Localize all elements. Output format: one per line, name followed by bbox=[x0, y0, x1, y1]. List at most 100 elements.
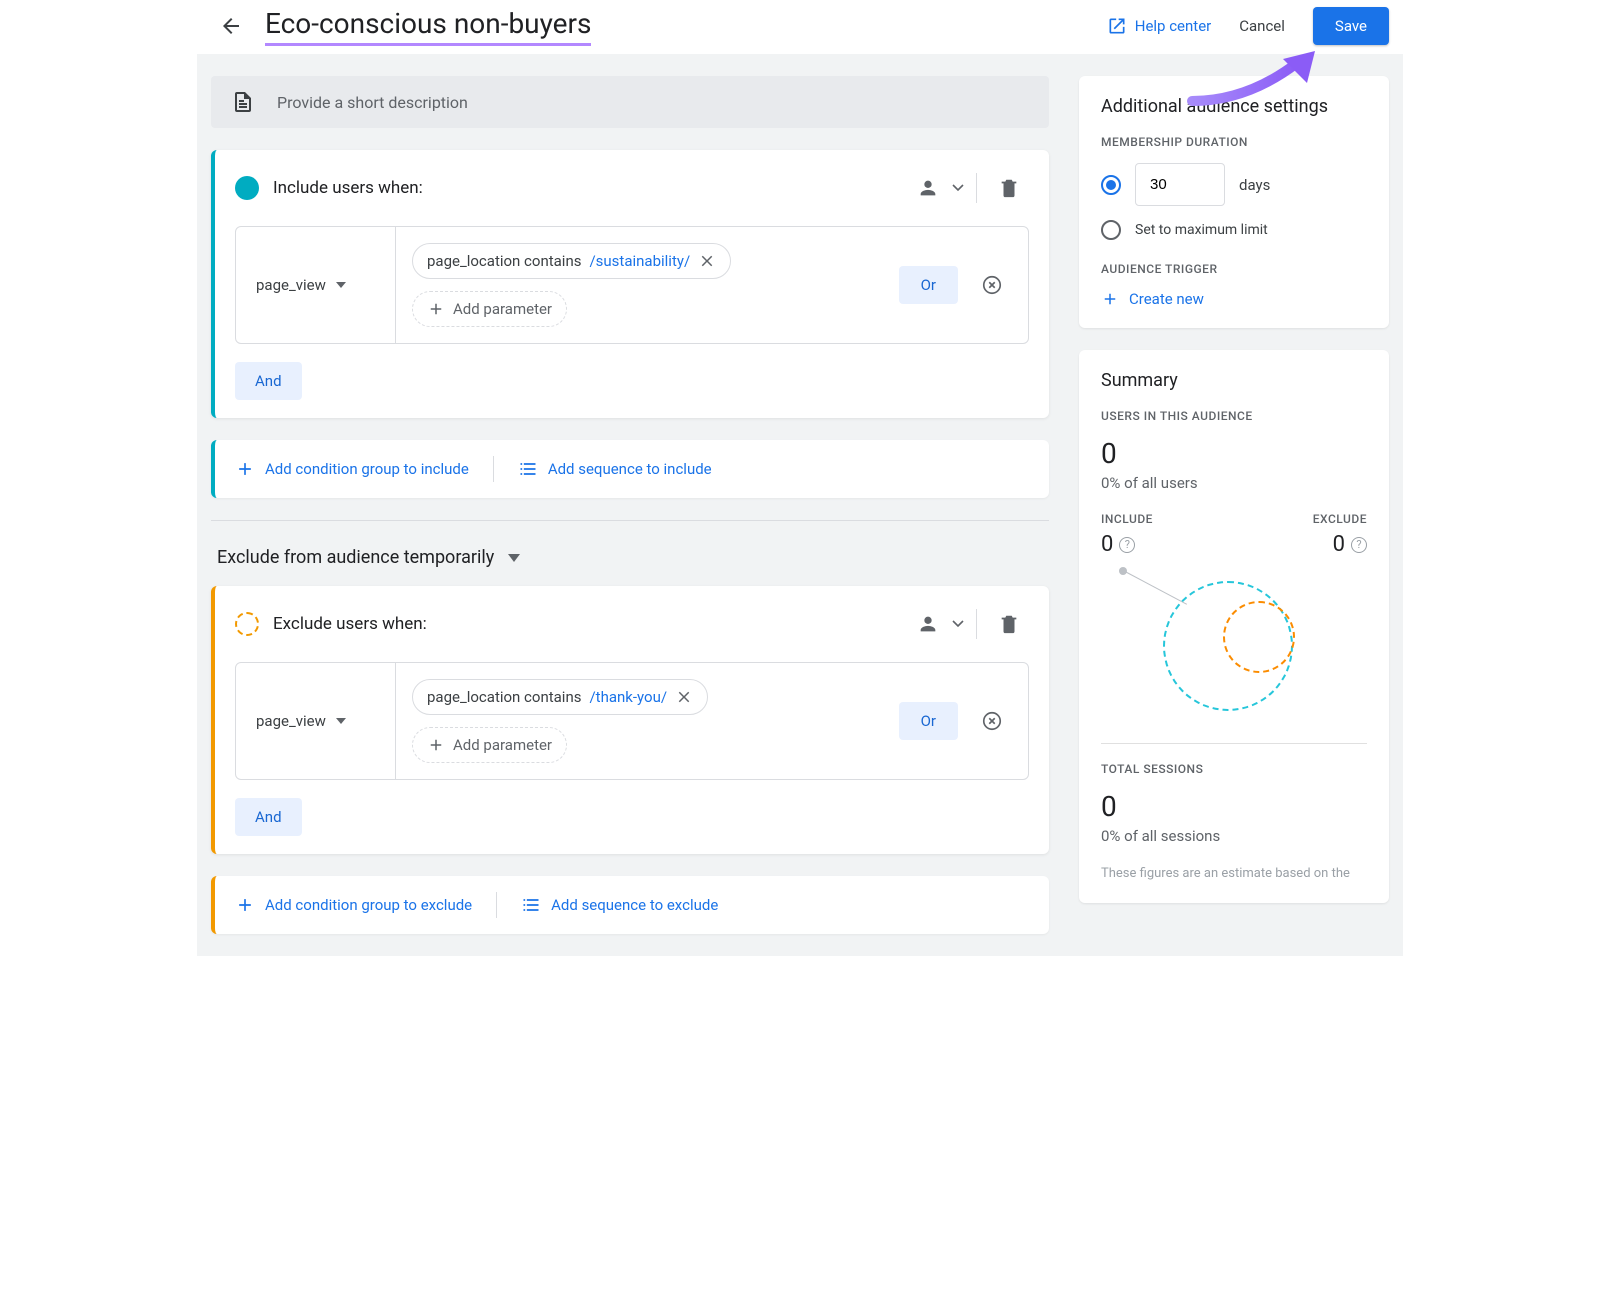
close-circle-icon bbox=[981, 710, 1003, 732]
add-exclude-group-label: Add condition group to exclude bbox=[265, 896, 472, 914]
include-label: INCLUDE bbox=[1101, 512, 1153, 526]
cancel-button[interactable]: Cancel bbox=[1225, 9, 1299, 43]
create-trigger-button[interactable]: Create new bbox=[1101, 290, 1367, 308]
exclude-mode-label: Exclude from audience temporarily bbox=[217, 547, 494, 568]
back-button[interactable] bbox=[211, 6, 251, 46]
users-label: USERS IN THIS AUDIENCE bbox=[1101, 409, 1367, 423]
add-include-sequence-label: Add sequence to include bbox=[548, 460, 712, 478]
add-include-group-label: Add condition group to include bbox=[265, 460, 469, 478]
remove-condition-button[interactable] bbox=[972, 701, 1012, 741]
event-name: page_view bbox=[256, 712, 326, 730]
arrow-left-icon bbox=[219, 14, 243, 38]
audience-trigger-label: AUDIENCE TRIGGER bbox=[1101, 262, 1367, 276]
person-icon bbox=[917, 613, 939, 635]
membership-duration-label: MEMBERSHIP DURATION bbox=[1101, 135, 1367, 149]
exclude-value: 0 bbox=[1333, 532, 1345, 557]
chevron-down-icon bbox=[508, 554, 520, 562]
include-heading: Include users when: bbox=[273, 178, 894, 198]
close-icon bbox=[675, 688, 693, 706]
plus-icon bbox=[1101, 290, 1119, 308]
exclude-badge-icon bbox=[235, 612, 259, 636]
exclude-heading: Exclude users when: bbox=[273, 614, 894, 634]
chevron-down-icon bbox=[336, 282, 346, 288]
summary-footnote: These figures are an estimate based on t… bbox=[1101, 865, 1367, 883]
summary-panel: Summary USERS IN THIS AUDIENCE 0 0% of a… bbox=[1079, 350, 1389, 903]
parameter-chip[interactable]: page_location contains /thank-you/ bbox=[412, 679, 708, 715]
or-button[interactable]: Or bbox=[899, 266, 958, 304]
add-param-label: Add parameter bbox=[453, 736, 552, 754]
duration-days-input[interactable] bbox=[1135, 163, 1225, 206]
event-selector[interactable]: page_view bbox=[236, 227, 396, 343]
add-param-label: Add parameter bbox=[453, 300, 552, 318]
include-value: 0 bbox=[1101, 532, 1113, 557]
page-title[interactable]: Eco-conscious non-buyers bbox=[265, 7, 591, 46]
settings-title: Additional audience settings bbox=[1101, 96, 1367, 117]
or-button[interactable]: Or bbox=[899, 702, 958, 740]
sessions-pct: 0% of all sessions bbox=[1101, 827, 1367, 845]
remove-param-button[interactable] bbox=[698, 252, 716, 270]
sessions-label: TOTAL SESSIONS bbox=[1101, 762, 1367, 776]
add-exclude-sequence-button[interactable]: Add sequence to exclude bbox=[521, 895, 718, 915]
remove-param-button[interactable] bbox=[675, 688, 693, 706]
add-exclude-sequence-label: Add sequence to exclude bbox=[551, 896, 718, 914]
param-value: /sustainability/ bbox=[589, 252, 690, 270]
duration-max-radio[interactable] bbox=[1101, 220, 1121, 240]
help-icon[interactable]: ? bbox=[1119, 537, 1135, 553]
parameter-chip[interactable]: page_location contains /sustainability/ bbox=[412, 243, 731, 279]
add-exclude-group-button[interactable]: Add condition group to exclude bbox=[235, 895, 472, 915]
scope-selector[interactable] bbox=[908, 604, 948, 644]
close-icon bbox=[698, 252, 716, 270]
duration-days-radio[interactable] bbox=[1101, 175, 1121, 195]
event-selector[interactable]: page_view bbox=[236, 663, 396, 779]
plus-icon bbox=[235, 459, 255, 479]
add-parameter-button[interactable]: Add parameter bbox=[412, 291, 567, 327]
scope-selector[interactable] bbox=[908, 168, 948, 208]
help-icon[interactable]: ? bbox=[1351, 537, 1367, 553]
create-trigger-label: Create new bbox=[1129, 290, 1204, 308]
settings-panel: Additional audience settings MEMBERSHIP … bbox=[1079, 76, 1389, 328]
users-value: 0 bbox=[1101, 437, 1367, 470]
delete-group-button[interactable] bbox=[989, 604, 1029, 644]
include-badge-icon bbox=[235, 176, 259, 200]
person-icon bbox=[917, 177, 939, 199]
exclude-mode-dropdown[interactable]: Exclude from audience temporarily bbox=[211, 547, 1049, 586]
exclude-label: EXCLUDE bbox=[1313, 512, 1367, 526]
plus-icon bbox=[235, 895, 255, 915]
trash-icon bbox=[998, 177, 1020, 199]
days-unit: days bbox=[1239, 176, 1270, 194]
param-text: page_location contains bbox=[427, 252, 581, 270]
venn-diagram bbox=[1101, 567, 1367, 727]
exclude-condition-row: page_view page_location contains /thank-… bbox=[235, 662, 1029, 780]
plus-icon bbox=[427, 300, 445, 318]
users-pct: 0% of all users bbox=[1101, 474, 1367, 492]
sequence-icon bbox=[518, 459, 538, 479]
include-condition-group: Include users when: page_view bbox=[211, 150, 1049, 418]
event-name: page_view bbox=[256, 276, 326, 294]
add-parameter-button[interactable]: Add parameter bbox=[412, 727, 567, 763]
add-include-group-button[interactable]: Add condition group to include bbox=[235, 459, 469, 479]
help-center-link[interactable]: Help center bbox=[1107, 16, 1211, 36]
document-icon bbox=[231, 90, 255, 114]
summary-title: Summary bbox=[1101, 370, 1367, 391]
description-placeholder: Provide a short description bbox=[277, 93, 468, 112]
include-add-row: Add condition group to include Add seque… bbox=[211, 440, 1049, 498]
include-condition-row: page_view page_location contains /sustai… bbox=[235, 226, 1029, 344]
delete-group-button[interactable] bbox=[989, 168, 1029, 208]
sessions-value: 0 bbox=[1101, 790, 1367, 823]
param-value: /thank-you/ bbox=[589, 688, 667, 706]
sequence-icon bbox=[521, 895, 541, 915]
chevron-down-icon bbox=[952, 620, 964, 628]
exclude-condition-group: Exclude users when: page_view bbox=[211, 586, 1049, 854]
max-limit-label: Set to maximum limit bbox=[1135, 222, 1268, 238]
add-include-sequence-button[interactable]: Add sequence to include bbox=[518, 459, 712, 479]
and-button[interactable]: And bbox=[235, 362, 302, 400]
exclude-add-row: Add condition group to exclude Add seque… bbox=[211, 876, 1049, 934]
chevron-down-icon bbox=[336, 718, 346, 724]
and-button[interactable]: And bbox=[235, 798, 302, 836]
remove-condition-button[interactable] bbox=[972, 265, 1012, 305]
param-text: page_location contains bbox=[427, 688, 581, 706]
close-circle-icon bbox=[981, 274, 1003, 296]
save-button[interactable]: Save bbox=[1313, 7, 1389, 45]
plus-icon bbox=[427, 736, 445, 754]
description-input[interactable]: Provide a short description bbox=[211, 76, 1049, 128]
